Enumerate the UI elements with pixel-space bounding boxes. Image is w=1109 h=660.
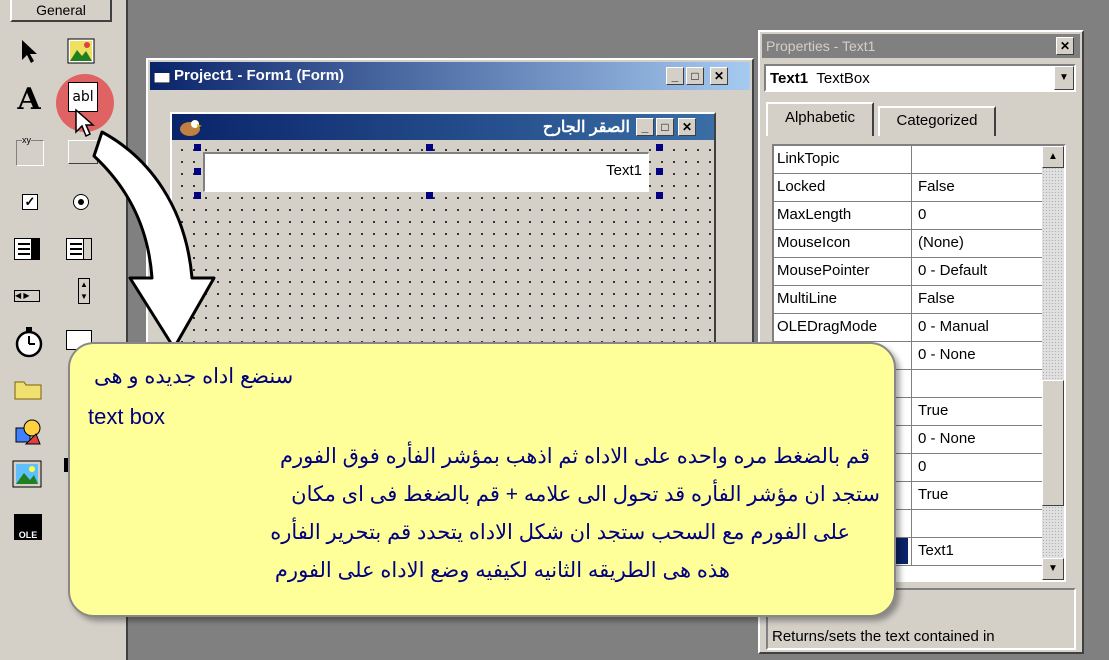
project-title-text: Project1 - Form1 (Form) xyxy=(174,67,345,84)
dirlistbox-tool-icon[interactable] xyxy=(14,378,42,400)
form-caption-text: الصقر الجارح xyxy=(542,119,630,136)
optionbutton-tool-icon[interactable] xyxy=(73,194,89,210)
minimize-button[interactable]: _ xyxy=(666,67,684,85)
callout-line-5: على الفورم مع السحب ستجد ان شكل الاداه ي… xyxy=(270,521,850,544)
property-row[interactable]: OLEDragMode 0 - Manual xyxy=(774,314,1042,342)
properties-scrollbar[interactable]: ▲ ▼ xyxy=(1042,146,1064,580)
properties-title-text: Properties - Text1 xyxy=(766,38,876,54)
frame-tool-icon[interactable]: xy xyxy=(16,135,44,166)
property-value[interactable] xyxy=(912,370,1042,397)
pointer-tool-icon[interactable] xyxy=(12,34,46,68)
property-name: MousePointer xyxy=(774,258,912,285)
project-titlebar: Project1 - Form1 (Form) _ □ ✕ xyxy=(150,62,750,90)
property-value[interactable]: 0 xyxy=(912,202,1042,229)
property-row[interactable]: MouseIcon (None) xyxy=(774,230,1042,258)
form-minimize-button[interactable]: _ xyxy=(636,118,654,136)
property-row[interactable]: MultiLine False xyxy=(774,286,1042,314)
big-arrow-icon xyxy=(92,130,216,350)
instruction-callout: سنضع اداه جديده و هى text box قم بالضغط … xyxy=(68,342,896,617)
object-dropdown[interactable]: Text1 TextBox ▼ xyxy=(764,64,1076,92)
property-value[interactable] xyxy=(912,510,1042,537)
property-row[interactable]: MaxLength 0 xyxy=(774,202,1042,230)
dropdown-arrow-icon[interactable]: ▼ xyxy=(1054,66,1074,90)
listbox-tool-icon[interactable] xyxy=(66,238,92,260)
resize-handle[interactable] xyxy=(426,192,433,199)
property-value[interactable]: 0 - Manual xyxy=(912,314,1042,341)
property-value[interactable]: 0 - Default xyxy=(912,258,1042,285)
properties-close-button[interactable]: ✕ xyxy=(1056,37,1074,55)
property-value[interactable]: False xyxy=(912,286,1042,313)
object-name: Text1 xyxy=(770,70,809,87)
maximize-button[interactable]: □ xyxy=(686,67,704,85)
shape-tool-icon[interactable] xyxy=(14,418,42,446)
label-tool-icon[interactable]: A xyxy=(12,82,46,117)
callout-line-2: text box xyxy=(88,404,166,429)
property-value[interactable]: False xyxy=(912,174,1042,201)
property-name: LinkTopic xyxy=(774,146,912,173)
property-row[interactable]: Locked False xyxy=(774,174,1042,202)
vscrollbar-tool-icon[interactable]: ▲ ▼ xyxy=(78,278,90,304)
property-name: Locked xyxy=(774,174,912,201)
image-tool-icon[interactable] xyxy=(12,460,42,488)
picturebox-tool-icon[interactable] xyxy=(64,34,98,68)
property-name: OLEDragMode xyxy=(774,314,912,341)
scroll-up-icon[interactable]: ▲ xyxy=(1042,146,1064,168)
property-value[interactable]: True xyxy=(912,482,1042,509)
description-text: Returns/sets the text contained in xyxy=(772,628,995,645)
text1-textbox[interactable]: Text1 xyxy=(203,152,649,192)
property-row[interactable]: LinkTopic xyxy=(774,146,1042,174)
tab-categorized[interactable]: Categorized xyxy=(878,106,996,136)
close-button[interactable]: ✕ xyxy=(710,67,728,85)
resize-handle[interactable] xyxy=(656,144,663,151)
property-name: MaxLength xyxy=(774,202,912,229)
textbox-text: Text1 xyxy=(606,162,642,179)
ole-tool-icon[interactable]: OLE xyxy=(14,514,42,540)
property-name: MouseIcon xyxy=(774,230,912,257)
timer-tool-icon[interactable] xyxy=(14,326,44,358)
form1-titlebar: _ □ ✕ الصقر الجارح xyxy=(172,114,714,140)
property-row[interactable]: MousePointer 0 - Default xyxy=(774,258,1042,286)
scroll-down-icon[interactable]: ▼ xyxy=(1042,558,1064,580)
property-value[interactable]: (None) xyxy=(912,230,1042,257)
checkbox-tool-icon[interactable]: ✓ xyxy=(22,194,38,210)
property-value[interactable]: 0 xyxy=(912,454,1042,481)
form-icon xyxy=(154,69,170,83)
property-name: MultiLine xyxy=(774,286,912,313)
resize-handle[interactable] xyxy=(426,144,433,151)
form-close-button[interactable]: ✕ xyxy=(678,118,696,136)
callout-line-4: ستجد ان مؤشر الفأره قد تحول الى علامه + … xyxy=(291,483,880,506)
scroll-thumb[interactable] xyxy=(1042,380,1064,506)
combobox-tool-icon[interactable] xyxy=(14,238,40,260)
form-design-surface[interactable]: Text1 xyxy=(172,140,714,372)
form1-window: _ □ ✕ الصقر الجارح Text1 xyxy=(170,112,716,374)
tab-alphabetic[interactable]: Alphabetic xyxy=(766,102,874,136)
resize-handle[interactable] xyxy=(656,192,663,199)
resize-handle[interactable] xyxy=(656,168,663,175)
callout-line-1: سنضع اداه جديده و هى xyxy=(94,365,294,388)
property-value[interactable]: 0 - None xyxy=(912,342,1042,369)
object-type: TextBox xyxy=(816,70,870,87)
form-maximize-button[interactable]: □ xyxy=(656,118,674,136)
toolbox-tab-general[interactable]: General xyxy=(10,0,112,22)
callout-line-3: قم بالضغط مره واحده على الاداه ثم اذهب ب… xyxy=(279,445,870,468)
callout-line-6: هذه هى الطريقه الثانيه لكيفيه وضع الاداه… xyxy=(274,559,730,582)
property-value[interactable]: True xyxy=(912,398,1042,425)
hscrollbar-tool-icon[interactable]: ◀ ▶ xyxy=(14,290,40,302)
properties-titlebar: Properties - Text1 ✕ xyxy=(762,34,1080,58)
property-value[interactable]: Text1 xyxy=(912,538,1042,565)
property-value[interactable] xyxy=(912,146,1042,173)
property-value[interactable]: 0 - None xyxy=(912,426,1042,453)
